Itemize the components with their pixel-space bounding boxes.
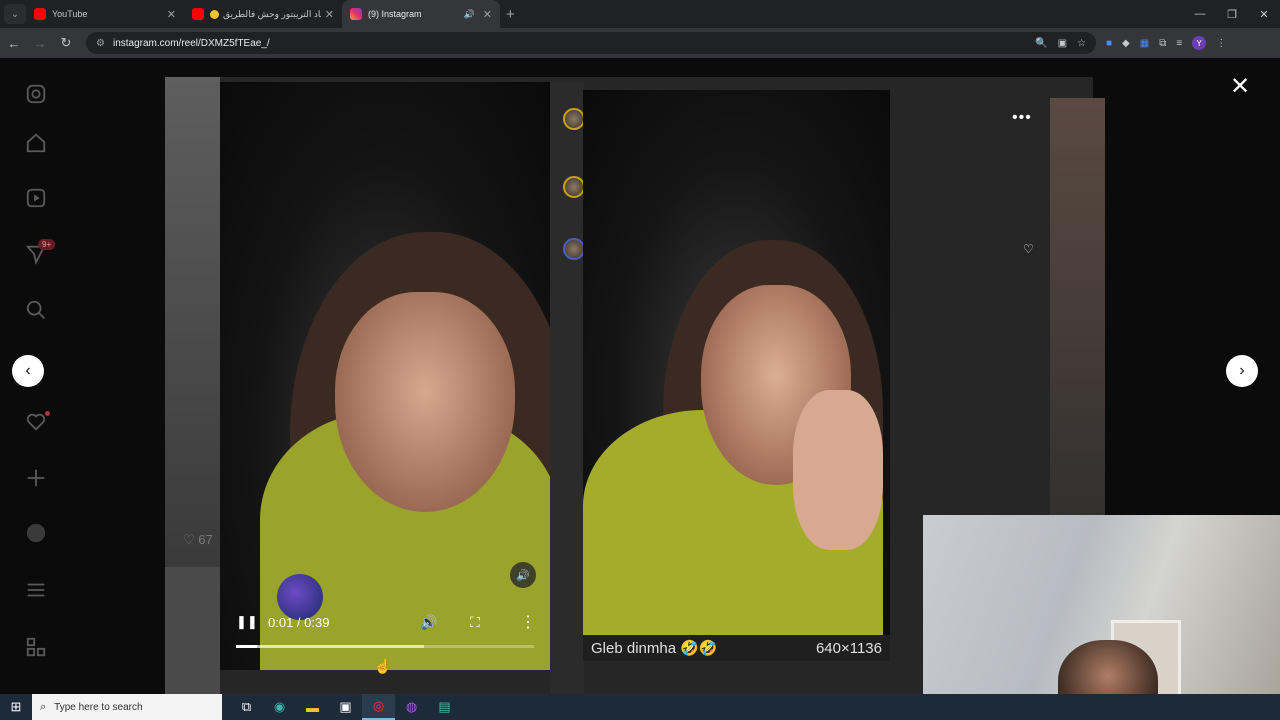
audio-playing-icon[interactable]: 🔊 xyxy=(464,9,475,20)
site-info-icon[interactable]: ⚙ xyxy=(96,38,105,49)
close-tab-icon[interactable]: ✕ xyxy=(325,8,334,21)
comment-like-icon[interactable]: ♡ xyxy=(1023,242,1034,256)
app-icon[interactable]: ▤ xyxy=(428,694,461,720)
preview-info-bar: Gleb dinmha 🤣🤣 640×1136 xyxy=(583,635,890,661)
picture-in-picture-preview[interactable] xyxy=(583,90,890,635)
tab-title: هاد التريبتور وحش فالطريق xyxy=(223,8,321,19)
close-tab-icon[interactable]: ✕ xyxy=(483,8,492,21)
video-progress-bar[interactable] xyxy=(236,645,534,648)
preview-resolution: 640×1136 xyxy=(815,639,882,657)
tab-title: (9) Instagram xyxy=(368,9,422,19)
new-tab-button[interactable]: + xyxy=(506,6,515,23)
taskbar-search-box[interactable]: ⌕ Type here to search xyxy=(32,694,222,720)
extension-icon[interactable]: ◆ xyxy=(1122,38,1130,49)
profile-avatar[interactable]: Y xyxy=(1192,36,1207,50)
reels-icon[interactable] xyxy=(22,184,50,212)
edge-icon[interactable]: ◉ xyxy=(263,694,296,720)
video-frame-face xyxy=(335,292,515,512)
next-reel-button[interactable]: › xyxy=(1226,355,1258,387)
video-controls: ❚❚ 0:01 / 0:39 🔊 ⛶ ⋮ xyxy=(220,602,550,642)
restore-button[interactable]: ❐ xyxy=(1216,0,1248,28)
close-modal-icon[interactable]: ✕ xyxy=(1230,72,1250,101)
instagram-logo-icon[interactable] xyxy=(22,80,50,108)
previous-post-panel xyxy=(165,77,220,694)
back-button[interactable]: ← xyxy=(2,31,26,55)
commenter-avatar[interactable] xyxy=(563,238,585,260)
likes-count: ♡ 67 xyxy=(183,532,213,547)
more-options-icon[interactable]: ⋮ xyxy=(520,612,536,632)
previous-reel-button[interactable]: ‹ xyxy=(12,355,44,387)
search-icon: ⌕ xyxy=(40,700,47,713)
notification-badge: 9+ xyxy=(38,239,56,250)
emoji-icon xyxy=(210,9,219,19)
apps-grid-icon[interactable] xyxy=(22,633,50,661)
address-bar[interactable]: ⚙ instagram.com/reel/DXMZ5fTEae_/ 🔍 ▣ ☆ xyxy=(86,32,1096,54)
zoom-icon[interactable]: 🔍 xyxy=(1035,38,1047,49)
close-tab-icon[interactable]: ✕ xyxy=(167,8,176,21)
tab-youtube[interactable]: YouTube ✕ xyxy=(26,0,184,28)
fullscreen-icon[interactable]: ⛶ xyxy=(470,614,480,631)
home-icon[interactable] xyxy=(22,129,50,157)
close-window-button[interactable]: ✕ xyxy=(1248,0,1280,28)
youtube-icon xyxy=(192,8,204,20)
instagram-icon xyxy=(350,8,362,20)
comments-strip xyxy=(550,82,584,694)
toolbar: ← → ↻ ⚙ instagram.com/reel/DXMZ5fTEae_/ … xyxy=(0,28,1280,58)
search-icon[interactable] xyxy=(22,296,50,324)
reload-button[interactable]: ↻ xyxy=(54,31,78,55)
pause-icon[interactable]: ❚❚ xyxy=(236,614,258,630)
volume-icon[interactable]: 🔊 xyxy=(420,614,437,631)
translate-extension-icon[interactable]: ■ xyxy=(1106,38,1112,49)
mute-toggle-icon[interactable]: 🔊 xyxy=(510,562,536,588)
reading-list-icon[interactable]: ≡ xyxy=(1176,38,1182,49)
likes-count-text: 67 xyxy=(198,532,213,547)
webcam-overlay xyxy=(923,515,1280,720)
extensions-area: ■ ◆ ▦ ⧉ ≡ Y ⋮ xyxy=(1106,36,1226,50)
preview-caption: Gleb dinmha 🤣🤣 xyxy=(591,640,718,657)
progress-buffered xyxy=(236,645,424,648)
mouse-cursor-icon: ☝ xyxy=(374,658,392,674)
file-explorer-icon[interactable]: ▬ xyxy=(296,694,329,720)
windows-start-icon[interactable]: ⊞ xyxy=(0,694,32,720)
window-controls: — ❐ ✕ xyxy=(1184,0,1280,28)
youtube-icon xyxy=(34,8,46,20)
tab-title: YouTube xyxy=(52,9,88,19)
tab-strip: ⌄ YouTube ✕ هاد التريبتور وحش فالطريق ✕ … xyxy=(0,0,1280,28)
search-placeholder: Type here to search xyxy=(54,701,143,713)
minimize-button[interactable]: — xyxy=(1184,0,1216,28)
url-text[interactable]: instagram.com/reel/DXMZ5fTEae_/ xyxy=(113,38,1035,49)
menu-icon[interactable] xyxy=(22,576,50,604)
tab-search-button[interactable]: ⌄ xyxy=(4,4,26,24)
tab-instagram[interactable]: (9) Instagram 🔊 ✕ xyxy=(342,0,500,28)
preview-frame-hand xyxy=(793,390,883,550)
taskbar-apps: ⧉ ◉ ▬ ▣ ◎ ◍ ▤ xyxy=(230,694,461,720)
store-icon[interactable]: ▣ xyxy=(329,694,362,720)
notification-dot xyxy=(45,411,50,416)
extension-icon[interactable]: ▦ xyxy=(1140,38,1149,49)
windows-taskbar: ⊞ ⌕ Type here to search ⧉ ◉ ▬ ▣ ◎ ◍ ▤ xyxy=(0,694,1280,720)
forward-button[interactable]: → xyxy=(28,31,52,55)
tab-youtube-2[interactable]: هاد التريبتور وحش فالطريق ✕ xyxy=(184,0,342,28)
profile-avatar-icon[interactable] xyxy=(22,519,50,547)
commenter-avatar[interactable] xyxy=(563,108,585,130)
post-options-icon[interactable]: ••• xyxy=(1012,109,1032,127)
messenger-icon[interactable]: ◍ xyxy=(395,694,428,720)
commenter-avatar[interactable] xyxy=(563,176,585,198)
menu-kebab-icon[interactable]: ⋮ xyxy=(1216,38,1226,49)
reel-video[interactable]: 🔊 ❚❚ 0:01 / 0:39 🔊 ⛶ ⋮ xyxy=(220,82,550,670)
cast-icon[interactable]: ▣ xyxy=(1058,38,1067,49)
chrome-icon[interactable]: ◎ xyxy=(362,694,395,720)
video-time: 0:01 / 0:39 xyxy=(268,614,330,630)
puzzle-icon[interactable]: ⧉ xyxy=(1159,38,1166,49)
progress-played xyxy=(236,645,257,648)
bookmark-star-icon[interactable]: ☆ xyxy=(1077,38,1086,49)
create-plus-icon[interactable] xyxy=(22,464,50,492)
task-view-icon[interactable]: ⧉ xyxy=(230,694,263,720)
